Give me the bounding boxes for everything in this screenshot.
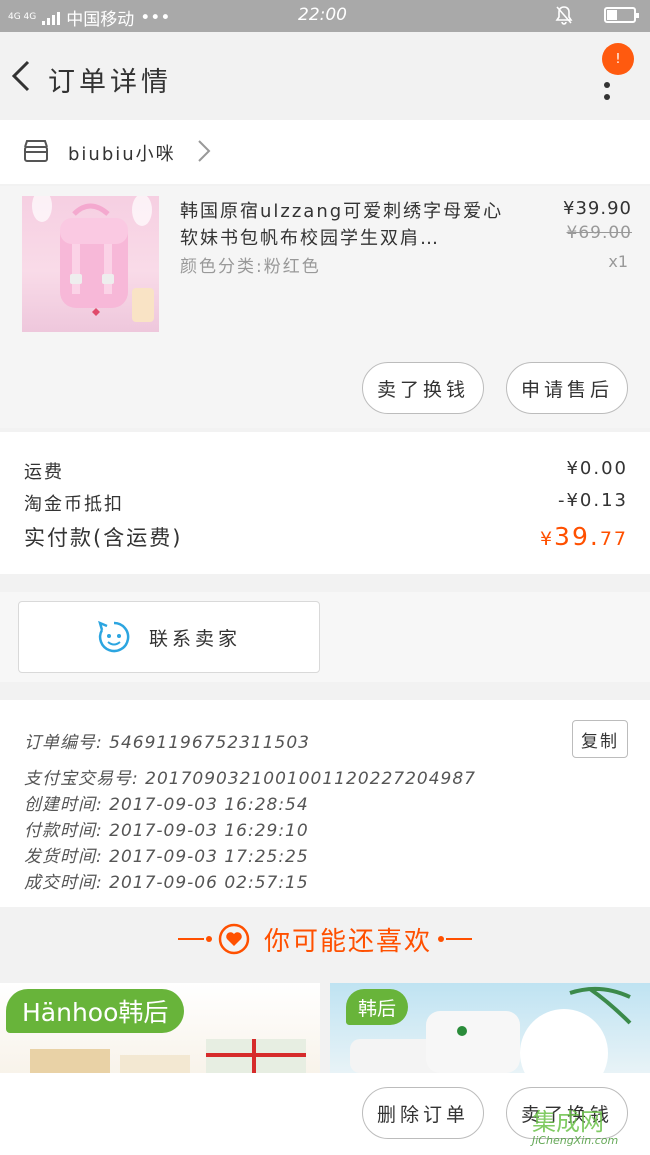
battery-icon bbox=[604, 7, 639, 23]
status-dots: ••• bbox=[140, 7, 171, 28]
store-icon bbox=[24, 140, 48, 162]
total-paid-value: ¥39.77 bbox=[540, 522, 628, 552]
fee-summary: 运费 ¥0.00 淘金币抵扣 -¥0.13 实付款(含运费) ¥39.77 bbox=[0, 432, 650, 574]
after-sale-button[interactable]: 申请售后 bbox=[506, 362, 628, 414]
product-image bbox=[30, 1039, 306, 1073]
more-dot-icon bbox=[604, 94, 610, 100]
page-title: 订单详情 bbox=[48, 67, 172, 98]
divider-right bbox=[438, 936, 472, 942]
alipay-transaction-number: 支付宝交易号: 2017090321001001120227204987 bbox=[24, 769, 476, 789]
brand-logo: Hänhoo韩后 bbox=[6, 989, 185, 1033]
contact-seller-button[interactable]: 联系卖家 bbox=[18, 601, 320, 673]
sell-for-cash-button[interactable]: 卖了换钱 bbox=[362, 362, 484, 414]
product-title[interactable]: 韩国原宿ulzzang可爱刺绣字母爱心软妹书包帆布校园学生双肩… bbox=[180, 198, 520, 252]
product-thumbnail[interactable] bbox=[22, 196, 159, 332]
nav-bar: 订单详情 ! bbox=[0, 32, 650, 118]
carrier-name: 中国移动 bbox=[66, 10, 135, 30]
shop-row[interactable]: biubiu小咪 bbox=[0, 120, 650, 184]
status-time: 22:00 bbox=[298, 5, 347, 25]
order-number: 订单编号: 5469119675231​1503 bbox=[24, 733, 311, 753]
order-info: 订单编号: 5469119675231​1503 复制 支付宝交易号: 2017… bbox=[0, 700, 650, 907]
watermark-en: JiChengXin.com bbox=[532, 1134, 619, 1147]
mute-bell-icon bbox=[555, 6, 573, 25]
contact-section: 联系卖家 bbox=[0, 592, 650, 682]
product-image bbox=[350, 986, 632, 1073]
recommend-title: 你可能还喜欢 bbox=[263, 926, 432, 957]
total-decimal: 77 bbox=[599, 528, 628, 550]
order-item[interactable]: 韩国原宿ulzzang可爱刺绣字母爱心软妹书包帆布校园学生双肩… 颜色分类:粉红… bbox=[0, 186, 650, 428]
divider-left bbox=[177, 936, 212, 942]
site-watermark: 集成网 JiChengXin.com bbox=[528, 1102, 646, 1152]
recommend-list: Hänhoo韩后 韩后 bbox=[0, 973, 650, 1073]
product-quantity: x1 bbox=[608, 252, 628, 271]
total-integer: 39. bbox=[554, 522, 600, 551]
paid-time: 付款时间: 2017-09-03 16:29:10 bbox=[24, 821, 309, 841]
status-bar: 4G 4G 中国移动 ••• 22:00 bbox=[0, 0, 650, 32]
recommend-header: 你可能还喜欢 bbox=[0, 909, 650, 969]
product-original-price: ¥69.00 bbox=[566, 223, 632, 243]
product-spec: 颜色分类:粉红色 bbox=[180, 257, 321, 277]
back-arrow-icon[interactable] bbox=[8, 56, 36, 96]
shipping-value: ¥0.00 bbox=[566, 458, 628, 479]
shipped-time: 发货时间: 2017-09-03 17:25:25 bbox=[24, 847, 309, 867]
watermark-cn: 集成网 bbox=[532, 1108, 604, 1136]
chevron-right-icon bbox=[198, 140, 211, 162]
total-paid-label: 实付款(含运费) bbox=[24, 526, 183, 550]
shop-name: biubiu小咪 bbox=[68, 144, 176, 165]
recommend-card[interactable]: Hänhoo韩后 bbox=[0, 983, 320, 1073]
backpack-image bbox=[32, 196, 154, 322]
total-currency: ¥ bbox=[539, 528, 555, 550]
coin-deduction-value: -¥0.13 bbox=[557, 490, 628, 511]
signal-icon bbox=[42, 11, 61, 25]
copy-button[interactable]: 复制 bbox=[572, 720, 628, 758]
notification-badge: ! bbox=[602, 43, 634, 75]
recommend-card[interactable]: 韩后 bbox=[330, 983, 650, 1073]
product-price: ¥39.90 bbox=[563, 198, 632, 219]
completed-time: 成交时间: 2017-09-06 02:57:15 bbox=[24, 873, 309, 893]
more-dot-icon bbox=[604, 82, 610, 88]
created-time: 创建时间: 2017-09-03 16:28:54 bbox=[24, 795, 309, 815]
chat-face-icon bbox=[98, 620, 130, 653]
contact-seller-label: 联系卖家 bbox=[148, 627, 241, 650]
more-menu-button[interactable]: ! bbox=[594, 42, 634, 112]
delete-order-button[interactable]: 删除订单 bbox=[362, 1087, 484, 1139]
coin-deduction-label: 淘金币抵扣 bbox=[24, 494, 124, 515]
shipping-label: 运费 bbox=[24, 462, 64, 483]
network-type: 4G 4G bbox=[8, 12, 37, 22]
heart-circle-icon bbox=[218, 923, 250, 955]
